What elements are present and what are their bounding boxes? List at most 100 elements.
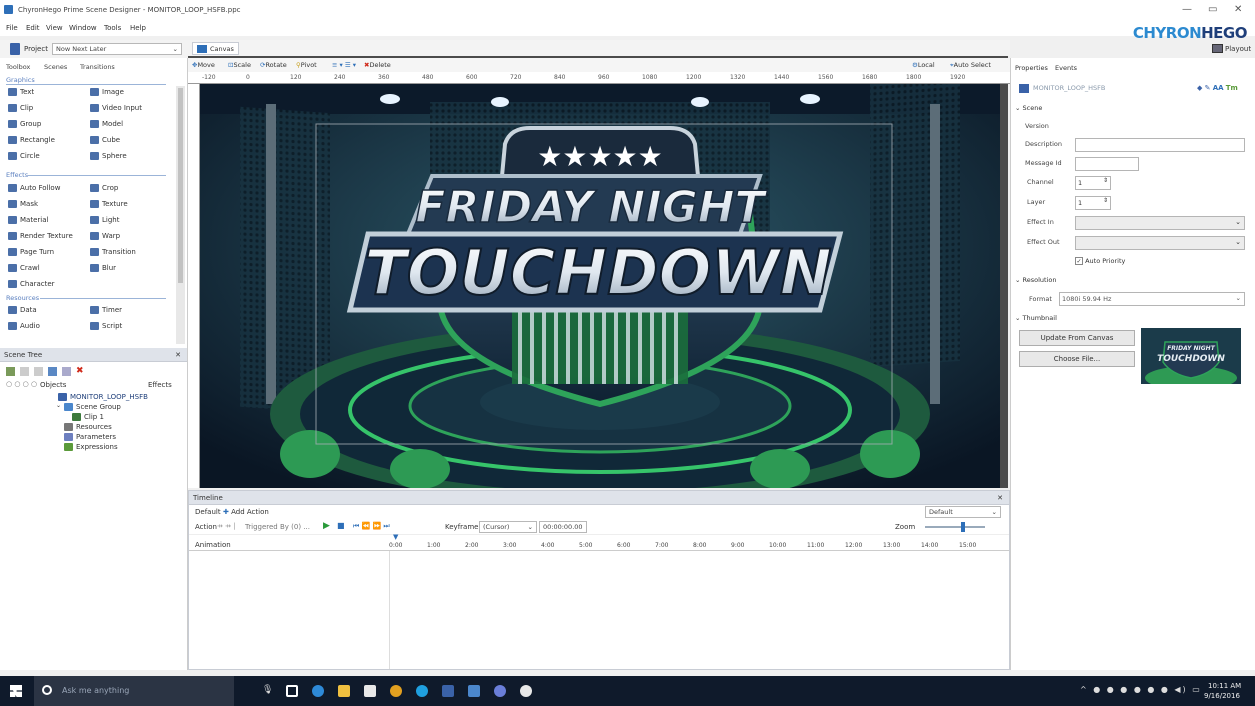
tool-cube[interactable]: Cube: [90, 136, 120, 144]
scale-tool[interactable]: ⊡Scale: [228, 61, 251, 69]
tab-properties[interactable]: Properties: [1015, 64, 1048, 72]
tool-timer[interactable]: Timer: [90, 306, 122, 314]
zoom-slider[interactable]: [925, 522, 985, 532]
tool-image[interactable]: Image: [90, 88, 124, 96]
tool-material[interactable]: Material: [8, 216, 48, 224]
transport-icons[interactable]: ⏮ ⏪ ⏩ ⏭: [353, 522, 390, 531]
tab-canvas[interactable]: Canvas: [192, 42, 239, 55]
skype-icon[interactable]: [416, 685, 428, 697]
menu-help[interactable]: Help: [130, 24, 146, 32]
cortana-search[interactable]: Ask me anything: [34, 676, 234, 706]
effect-out-select[interactable]: ⌄: [1075, 236, 1245, 250]
timeline-ruler[interactable]: 0:00 1:00 2:00 3:00 4:00 5:00 6:00 7:00 8:00 9:00…: [389, 535, 989, 551]
graphics-header[interactable]: Graphics: [6, 76, 35, 84]
task-view-icon[interactable]: [286, 685, 298, 697]
tool-mask[interactable]: Mask: [8, 200, 38, 208]
move-icon[interactable]: [62, 366, 71, 376]
filter-icon[interactable]: [48, 366, 57, 376]
tree-item[interactable]: MONITOR_LOOP_HSFB: [0, 392, 187, 402]
chyron-taskbar-icon[interactable]: [494, 685, 506, 697]
scene-section-header[interactable]: ⌄ Scene: [1015, 104, 1042, 112]
tool-auto-follow[interactable]: Auto Follow: [8, 184, 60, 192]
description-input[interactable]: [1075, 138, 1245, 152]
playout-button[interactable]: Playout: [1212, 44, 1251, 53]
tree-item[interactable]: Resources: [0, 422, 187, 432]
tree-item[interactable]: ⌄ Scene Group: [0, 402, 187, 412]
align-tool[interactable]: ≡ ▾ ☰ ▾: [332, 61, 356, 69]
tree-item[interactable]: Expressions: [0, 442, 187, 452]
resources-header[interactable]: Resources: [6, 294, 39, 302]
project-select[interactable]: Now Next Later ⌄: [52, 43, 182, 55]
canvas-scene-preview[interactable]: ★★★★★ FRIDAY NIGHT TOUCHDOWN: [200, 84, 1000, 488]
tool-text[interactable]: Text: [8, 88, 34, 96]
tool-character[interactable]: Character: [8, 280, 55, 288]
move-tool[interactable]: ✥Move: [192, 61, 215, 69]
tool-clip[interactable]: Clip: [8, 104, 33, 112]
tab-events[interactable]: Events: [1055, 64, 1077, 72]
effects-header[interactable]: Effects: [6, 171, 28, 179]
menu-window[interactable]: Window: [69, 24, 97, 32]
auto-priority-checkbox[interactable]: ✓ Auto Priority: [1075, 257, 1125, 265]
play-icon[interactable]: ▶: [323, 521, 330, 531]
format-select[interactable]: 1080i 59.94 Hz ⌄: [1059, 292, 1245, 306]
tool-group[interactable]: Group: [8, 120, 41, 128]
menu-edit[interactable]: Edit: [26, 24, 40, 32]
tool-page-turn[interactable]: Page Turn: [8, 248, 54, 256]
thumbnail-section-header[interactable]: ⌄ Thumbnail: [1015, 314, 1057, 322]
tab-transitions[interactable]: Transitions: [80, 63, 115, 71]
object-action-icons[interactable]: ◆ ✎ AA Tm: [1197, 84, 1238, 92]
windows-start-icon[interactable]: [10, 685, 22, 697]
tool-audio[interactable]: Audio: [8, 322, 40, 330]
close-icon[interactable]: ✕: [175, 351, 181, 359]
duplicate-icon[interactable]: [20, 366, 29, 376]
tool-render-texture[interactable]: Render Texture: [8, 232, 73, 240]
chrome-icon[interactable]: [390, 685, 402, 697]
app-icon-1[interactable]: [442, 685, 454, 697]
tool-blur[interactable]: Blur: [90, 264, 116, 272]
close-icon[interactable]: ✕: [997, 494, 1003, 502]
menu-file[interactable]: File: [6, 24, 18, 32]
keyframe-select[interactable]: (Cursor) ⌄: [479, 521, 537, 533]
choose-file-button[interactable]: Choose File...: [1019, 351, 1135, 367]
clock-date[interactable]: 9/16/2016: [1204, 692, 1240, 700]
file-explorer-icon[interactable]: [338, 685, 350, 697]
channel-stepper[interactable]: 1 ⇕: [1075, 176, 1111, 190]
minimize-button[interactable]: —: [1182, 4, 1192, 15]
tool-circle[interactable]: Circle: [8, 152, 40, 160]
default-select[interactable]: Default ⌄: [925, 506, 1001, 518]
delete-tool[interactable]: ✖Delete: [364, 61, 391, 69]
tool-crop[interactable]: Crop: [90, 184, 118, 192]
layer-stepper[interactable]: 1 ⇕: [1075, 196, 1111, 210]
tool-video-input[interactable]: Video Input: [90, 104, 142, 112]
tool-data[interactable]: Data: [8, 306, 37, 314]
toolbox-scrollbar[interactable]: [176, 86, 185, 344]
action-buttons[interactable]: ⇸ ⇸ |: [217, 522, 236, 530]
timeline-track-area[interactable]: [389, 551, 1009, 669]
maximize-button[interactable]: ▭: [1208, 4, 1217, 15]
app-icon-2[interactable]: [468, 685, 480, 697]
microphone-icon[interactable]: 🎙: [262, 685, 273, 695]
add-node-icon[interactable]: [6, 366, 15, 376]
menu-tools[interactable]: Tools: [104, 24, 121, 32]
update-from-canvas-button[interactable]: Update From Canvas: [1019, 330, 1135, 346]
menu-view[interactable]: View: [46, 24, 63, 32]
tool-script[interactable]: Script: [90, 322, 122, 330]
message-id-input[interactable]: [1075, 157, 1139, 171]
tree-item[interactable]: Parameters: [0, 432, 187, 442]
add-action-button[interactable]: ✚ Add Action: [223, 508, 269, 516]
tab-scenes[interactable]: Scenes: [44, 63, 67, 71]
time-input[interactable]: 00:00:00.00: [539, 521, 587, 533]
resolution-section-header[interactable]: ⌄ Resolution: [1015, 276, 1056, 284]
store-icon[interactable]: [364, 685, 376, 697]
local-toggle[interactable]: ⚙Local: [912, 61, 935, 69]
stop-icon[interactable]: ■: [337, 521, 345, 530]
tab-toolbox[interactable]: Toolbox: [6, 63, 30, 71]
expand-icon[interactable]: ⌄: [56, 402, 61, 409]
close-button[interactable]: ✕: [1234, 4, 1242, 15]
paint-icon[interactable]: [520, 685, 532, 697]
tool-transition[interactable]: Transition: [90, 248, 136, 256]
tool-sphere[interactable]: Sphere: [90, 152, 127, 160]
tool-model[interactable]: Model: [90, 120, 123, 128]
tool-light[interactable]: Light: [90, 216, 119, 224]
tree-item[interactable]: Clip 1: [0, 412, 187, 422]
